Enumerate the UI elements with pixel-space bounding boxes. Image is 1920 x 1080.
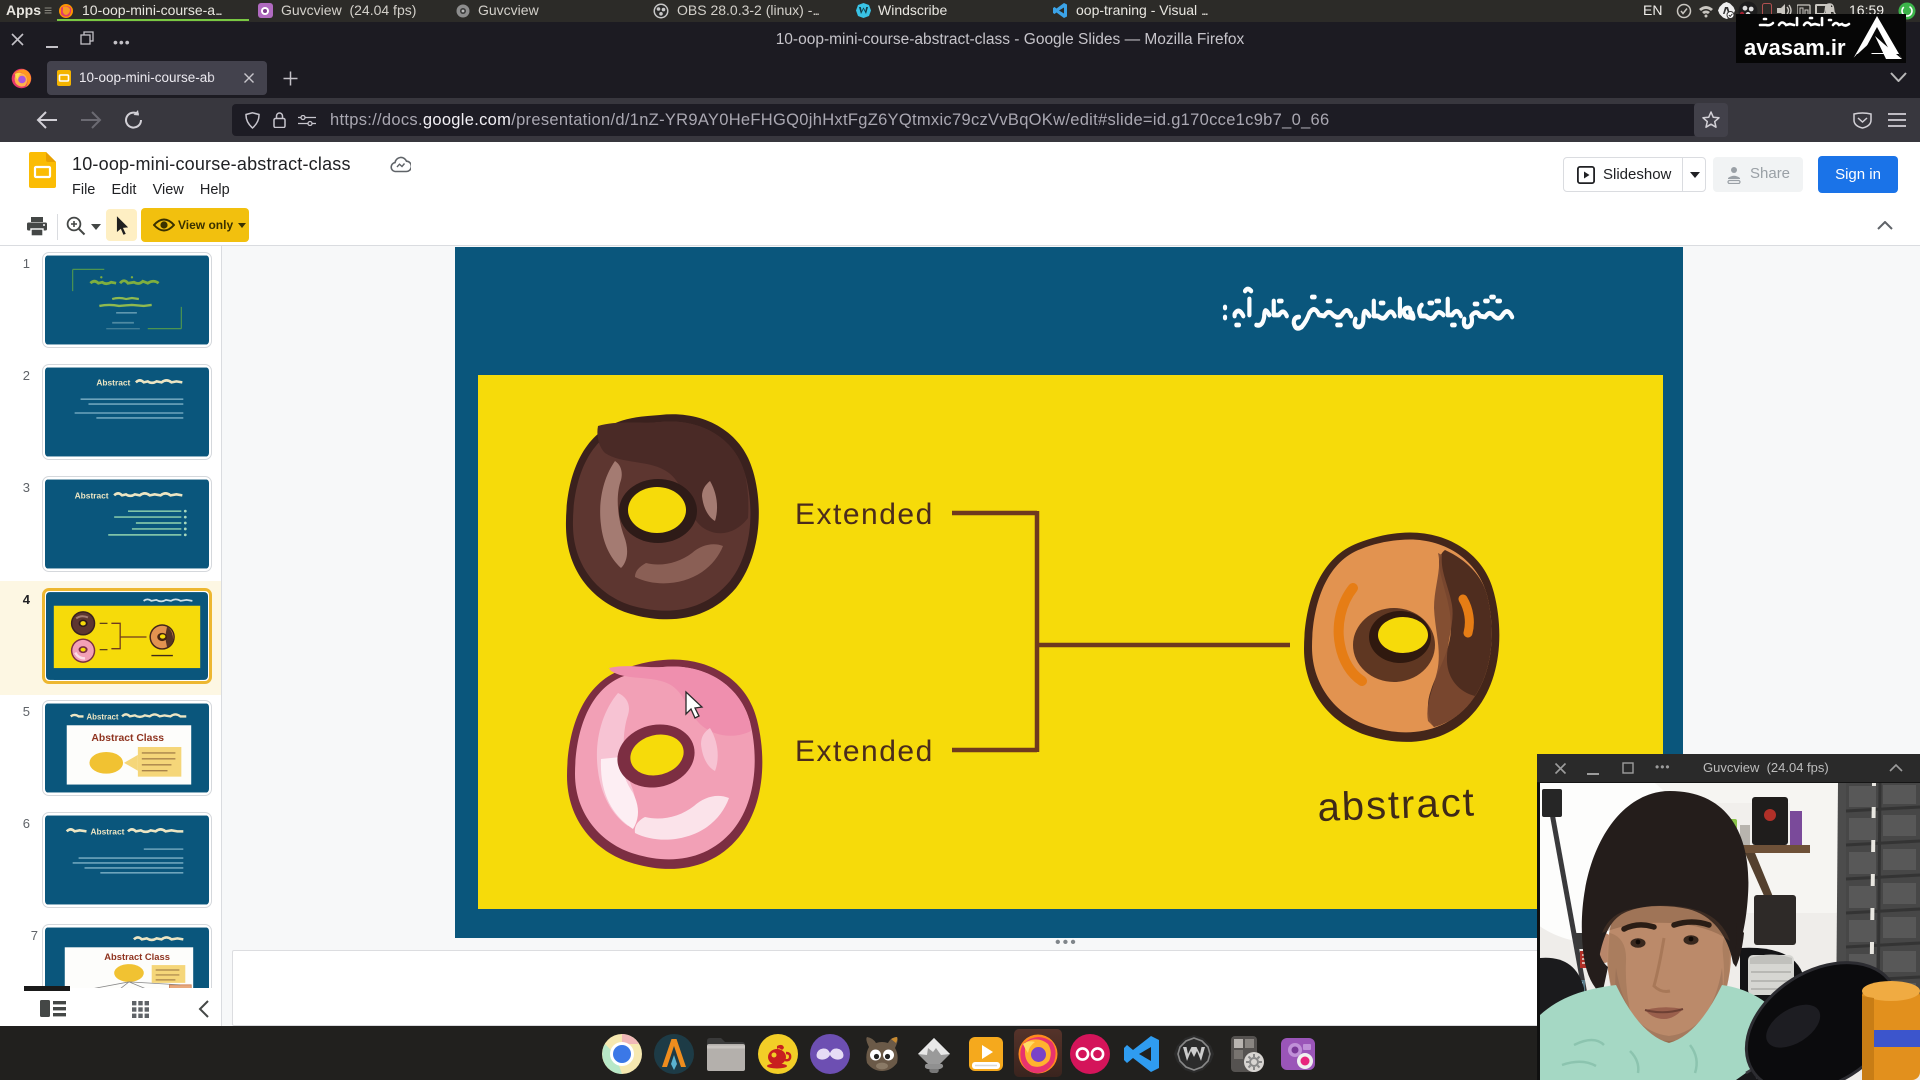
svg-text:avasam.ir: avasam.ir [1744,35,1846,60]
svg-text:Abstract: Abstract [86,712,118,721]
svg-text:Extended: Extended [795,735,934,768]
svg-text:Abstract: Abstract [96,377,130,387]
svg-text:Abstract Class: Abstract Class [104,952,170,962]
svg-text:abstract: abstract [1317,780,1477,829]
svg-text:Abstract: Abstract [75,490,109,500]
svg-text:Abstract Class: Abstract Class [91,733,164,744]
svg-text:Abstract: Abstract [90,826,124,836]
svg-text:Extended: Extended [795,498,934,531]
